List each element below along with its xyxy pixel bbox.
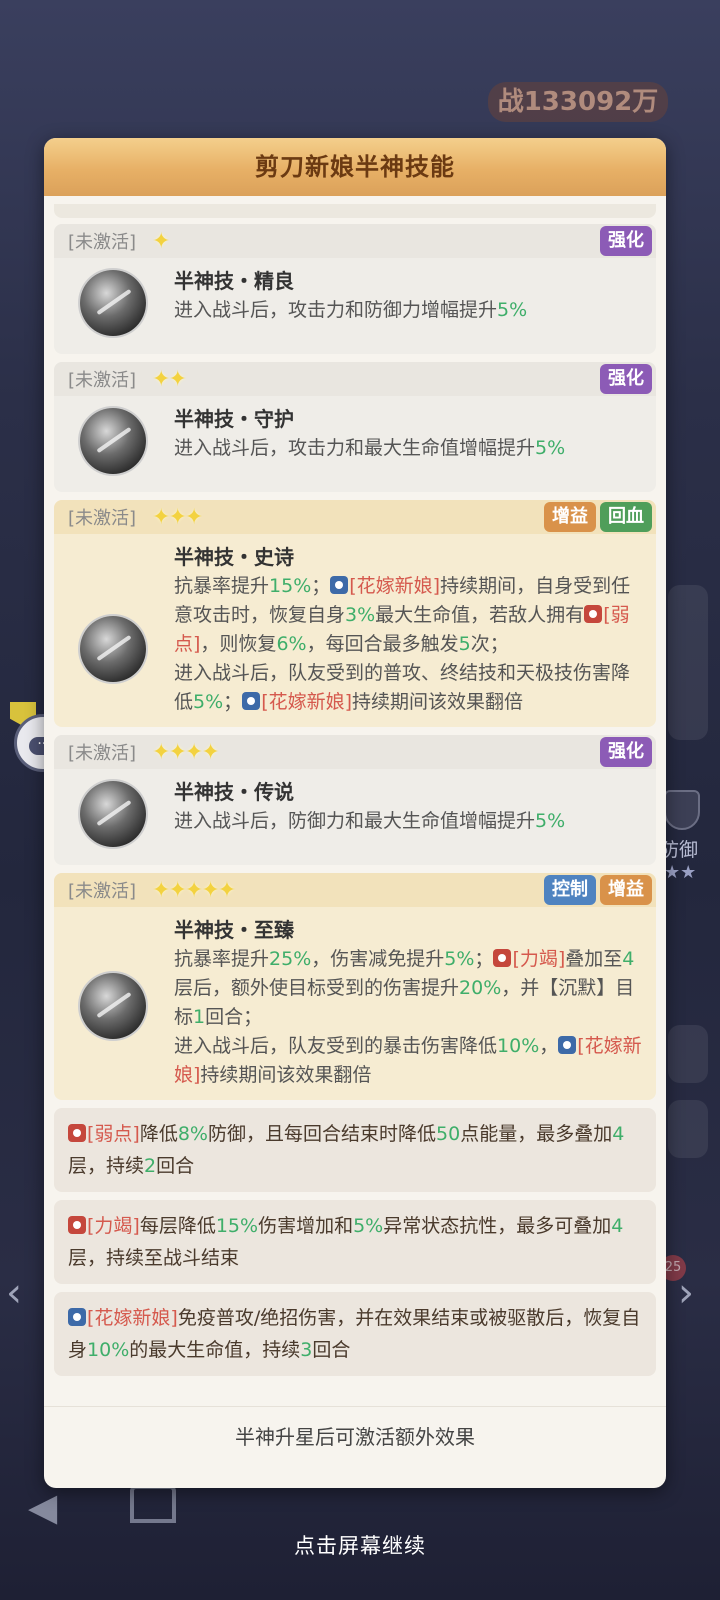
skill-card-3: [未激活] ✦✦✦ 增益 回血 半神技・史诗 抗暴率提升15%； [花嫁新娘]持续… [54,500,656,727]
weakness-icon [68,1124,86,1142]
skill-name: 半神技・守护 [174,407,294,431]
demigod-skill-panel: 剪刀新娘半神技能 [未激活] ✦ 强化 半神技・精良 进入战斗后，攻击力和防御力… [44,138,666,1488]
skill-status: [未激活] [68,370,137,391]
skill-icon [80,973,146,1039]
bride-icon [330,576,349,594]
star-icon: ✦✦✦ [152,504,203,530]
star-icon: ✦ [152,228,170,254]
skill-card-1: [未激活] ✦ 强化 半神技・精良 进入战斗后，攻击力和防御力增幅提升5% [54,224,656,354]
skill-desc: 抗暴率提升25%，伤害减免提升5%； [力竭]叠加至4层后，额外使目标受到的伤害提… [174,948,642,1086]
tap-to-continue[interactable]: 点击屏幕继续 [0,1530,720,1560]
skill-desc: 进入战斗后，攻击力和防御力增幅提升5% [174,299,528,321]
skill-status: [未激活] [68,881,137,902]
skill-icon [80,270,146,336]
shield-icon [664,790,700,830]
star-icon: ✦✦✦✦✦ [152,877,236,903]
glossary-bride: [花嫁新娘]免疫普攻/绝招伤害，并在效果结束或被驱散后，恢复自身10%的最大生命… [54,1292,656,1376]
tag-control: 控制 [544,875,596,905]
skill-card-2: [未激活] ✦✦ 强化 半神技・守护 进入战斗后，攻击力和最大生命值增幅提升5% [54,362,656,492]
background-panel-right-lower [668,1025,708,1083]
skill-desc: 抗暴率提升15%； [花嫁新娘]持续期间，自身受到任意攻击时，恢复自身3%最大生命… [174,575,631,713]
skill-status: [未激活] [68,743,137,764]
background-stars: ★★ [664,862,697,883]
skill-name: 半神技・史诗 [174,545,294,569]
scroll-top-stub [54,204,656,218]
background-panel-right [668,585,708,740]
tag-enhance: 强化 [600,226,652,256]
power-display: 战133092万 [488,82,668,122]
home-icon [130,1485,176,1523]
glossary-exhaust: [力竭]每层降低15%伤害增加和5%异常状态抗性，最多可叠加4层，持续至战斗结束 [54,1200,656,1284]
panel-title: 剪刀新娘半神技能 [44,138,666,196]
exhaust-icon [68,1216,86,1234]
skill-desc: 进入战斗后，攻击力和最大生命值增幅提升5% [174,437,566,459]
skill-icon [80,616,146,682]
star-icon: ✦✦✦✦ [152,739,220,765]
skill-icon [80,781,146,847]
tag-buff: 增益 [544,502,596,532]
skill-status: [未激活] [68,508,137,529]
skill-icon [80,408,146,474]
exhaust-icon [493,949,512,967]
skill-card-5: [未激活] ✦✦✦✦✦ 控制 增益 半神技・至臻 抗暴率提升25%，伤害减免提升… [54,873,656,1100]
bride-icon [68,1308,86,1326]
tag-enhance: 强化 [600,737,652,767]
skill-list[interactable]: [未激活] ✦ 强化 半神技・精良 进入战斗后，攻击力和防御力增幅提升5% [未… [54,204,656,1402]
tag-buff: 增益 [600,875,652,905]
background-panel-right-lower2 [668,1100,708,1158]
skill-name: 半神技・至臻 [174,918,294,942]
tag-enhance: 强化 [600,364,652,394]
glossary-weakness: [弱点]降低8%防御，且每回合结束时降低50点能量，最多叠加4层，持续2回合 [54,1108,656,1192]
panel-footer-hint: 半神升星后可激活额外效果 [44,1406,666,1488]
bride-icon [558,1036,577,1054]
weakness-icon [584,605,603,623]
bride-icon [242,692,261,710]
back-arrow-icon: ◀ [28,1485,58,1529]
skill-status: [未激活] [68,232,137,253]
star-icon: ✦✦ [152,366,187,392]
chevron-left-icon: ‹ [6,1270,22,1316]
skill-card-4: [未激活] ✦✦✦✦ 强化 半神技・传说 进入战斗后，防御力和最大生命值增幅提升… [54,735,656,865]
tag-heal: 回血 [600,502,652,532]
skill-name: 半神技・精良 [174,269,294,293]
skill-name: 半神技・传说 [174,780,294,804]
skill-desc: 进入战斗后，防御力和最大生命值增幅提升5% [174,810,566,832]
